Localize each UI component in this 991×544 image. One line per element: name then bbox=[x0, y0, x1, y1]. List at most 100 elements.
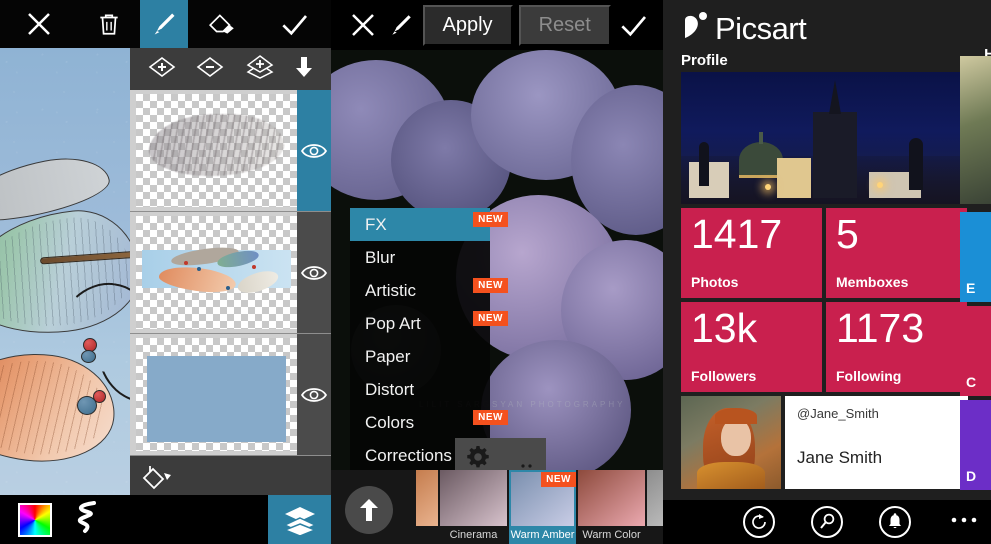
menu-item-artistic[interactable]: Artistic NEW bbox=[350, 274, 508, 307]
add-layer-button[interactable] bbox=[147, 55, 177, 84]
filter-label: Warm Amber bbox=[510, 529, 575, 541]
menu-item-label: Paper bbox=[365, 346, 411, 366]
search-button[interactable] bbox=[811, 506, 843, 538]
hero-lamp bbox=[765, 184, 771, 190]
merge-down-button[interactable] bbox=[294, 55, 314, 84]
duplicate-layer-button[interactable] bbox=[244, 54, 276, 85]
tile-followers[interactable]: 13k Followers bbox=[681, 302, 822, 392]
peek-photo-tile[interactable] bbox=[960, 56, 991, 204]
delete-button[interactable] bbox=[78, 0, 140, 48]
apply-button[interactable]: Apply bbox=[422, 4, 513, 46]
checkmark-icon bbox=[621, 16, 646, 37]
filter-preview bbox=[647, 470, 663, 526]
peek-tile-c[interactable]: C bbox=[960, 306, 991, 396]
trash-icon bbox=[100, 14, 118, 35]
menu-item-label: Artistic bbox=[365, 280, 416, 300]
editor-toolbar bbox=[0, 0, 331, 48]
brush-tool-button[interactable] bbox=[140, 0, 188, 48]
refresh-icon bbox=[752, 514, 766, 529]
brush-stroke-button[interactable] bbox=[72, 500, 98, 539]
refresh-button[interactable] bbox=[743, 506, 775, 538]
close-button[interactable] bbox=[345, 10, 380, 40]
hero-building-mid bbox=[777, 158, 811, 198]
tile-value: 5 bbox=[836, 211, 859, 257]
layer-sketch-art bbox=[148, 114, 285, 177]
new-badge: NEW bbox=[473, 278, 508, 293]
close-icon bbox=[351, 14, 374, 36]
menu-item-blur[interactable]: Blur bbox=[350, 241, 490, 274]
page-title: Profile bbox=[681, 52, 728, 69]
filter-preview bbox=[440, 470, 507, 526]
brush-icon bbox=[392, 15, 412, 35]
tile-label: Memboxes bbox=[836, 274, 909, 290]
layer-visibility-toggle[interactable] bbox=[297, 334, 331, 455]
editor-bottom-bar bbox=[0, 495, 331, 544]
table-row[interactable] bbox=[130, 212, 331, 334]
ellipsis-icon bbox=[951, 517, 977, 523]
peek-tile-e[interactable]: E bbox=[960, 212, 991, 302]
artwork-bead-blue-2 bbox=[77, 396, 97, 415]
hero-lamp bbox=[877, 182, 883, 188]
eraser-tool-button[interactable] bbox=[188, 0, 256, 48]
tile-value: 1173 bbox=[836, 305, 925, 351]
tile-photos[interactable]: 1417 Photos bbox=[681, 208, 822, 298]
peek-tile-d[interactable]: D bbox=[960, 400, 991, 490]
menu-item-paper[interactable]: Paper bbox=[350, 340, 490, 373]
menu-item-pop-art[interactable]: Pop Art NEW bbox=[350, 307, 508, 340]
reset-button[interactable]: Reset bbox=[518, 4, 611, 46]
more-button[interactable] bbox=[951, 508, 977, 529]
layer-visibility-toggle[interactable] bbox=[297, 90, 331, 211]
filter-thumb-partial[interactable] bbox=[416, 470, 438, 544]
menu-item-colors[interactable]: Colors NEW bbox=[350, 406, 508, 439]
peek-tile-label: E bbox=[966, 280, 976, 296]
user-profile-card[interactable]: @Jane_Smith Jane Smith bbox=[681, 396, 968, 489]
hero-statue-left bbox=[699, 142, 709, 186]
layers-panel-button[interactable] bbox=[268, 495, 331, 544]
hero-tower-spire bbox=[829, 80, 841, 114]
layer-actions-bar bbox=[130, 48, 331, 90]
layer-visibility-toggle[interactable] bbox=[297, 212, 331, 333]
layer-color-dot bbox=[251, 264, 256, 269]
app-title: Picsart bbox=[715, 11, 807, 46]
filter-preview bbox=[416, 470, 438, 526]
filter-thumb-warm-amber[interactable]: NEW Warm Amber bbox=[509, 470, 576, 544]
table-row[interactable] bbox=[130, 334, 331, 456]
scroll-up-button[interactable] bbox=[345, 486, 393, 534]
color-picker-button[interactable] bbox=[18, 502, 52, 537]
next-page-peek[interactable]: H E C D bbox=[960, 0, 991, 544]
done-button[interactable] bbox=[256, 0, 331, 48]
app-header: Picsart bbox=[663, 0, 991, 44]
close-button[interactable] bbox=[0, 0, 78, 48]
tile-label: Followers bbox=[691, 368, 757, 384]
tile-following[interactable]: 1173 Following bbox=[826, 302, 967, 392]
peek-tile-label: C bbox=[966, 374, 977, 390]
layer-duplicate-icon bbox=[246, 54, 274, 79]
avatar[interactable] bbox=[681, 396, 781, 489]
brush-icon bbox=[154, 13, 175, 35]
arrow-up-icon bbox=[360, 499, 378, 521]
menu-item-fx[interactable]: FX NEW bbox=[350, 208, 508, 241]
picsart-logo-icon bbox=[685, 12, 707, 38]
layer-remove-icon bbox=[197, 56, 224, 77]
eye-icon bbox=[301, 387, 327, 402]
app-bar bbox=[663, 500, 991, 544]
tile-memboxes[interactable]: 5 Memboxes bbox=[826, 208, 967, 298]
done-button[interactable] bbox=[617, 9, 649, 41]
notifications-button[interactable] bbox=[879, 506, 911, 538]
new-badge: NEW bbox=[473, 311, 508, 326]
filter-thumb-warm-color[interactable]: Warm Color bbox=[578, 470, 645, 544]
hero-image[interactable] bbox=[681, 72, 964, 204]
menu-item-distort[interactable]: Distort bbox=[350, 373, 490, 406]
paint-bucket-button[interactable] bbox=[140, 462, 174, 497]
filter-label bbox=[416, 526, 438, 544]
bell-icon bbox=[889, 513, 901, 529]
hero-dome-spire bbox=[759, 132, 763, 144]
remove-layer-button[interactable] bbox=[195, 55, 225, 84]
brush-tool-button[interactable] bbox=[386, 12, 416, 38]
table-row[interactable] bbox=[130, 90, 331, 212]
filter-thumb-film[interactable]: NEW Film bbox=[647, 470, 663, 544]
effect-category-menu: FX NEW Blur Artistic NEW Pop Art NEW Pap… bbox=[350, 208, 508, 472]
filter-thumb-cinerama[interactable]: Cinerama bbox=[440, 470, 507, 544]
layer-background-fill bbox=[147, 356, 286, 442]
menu-item-label: Blur bbox=[365, 247, 396, 267]
